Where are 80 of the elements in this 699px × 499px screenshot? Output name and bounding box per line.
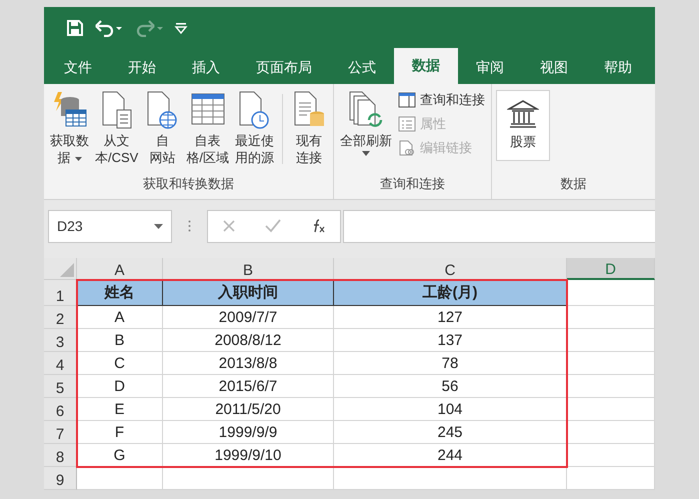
name-box[interactable]: D23 [48, 210, 172, 242]
undo-icon[interactable] [94, 18, 124, 36]
header-cell: 工龄(月) [334, 280, 567, 306]
table-cell: 78 [334, 352, 567, 375]
select-all-icon[interactable] [60, 263, 74, 277]
group-label: 数据 [559, 175, 588, 193]
ribbon-button[interactable]: 自 网站 [142, 88, 182, 168]
table-cell: 127 [334, 306, 567, 329]
table-cell: 137 [334, 329, 567, 352]
button-label: 自 网站 [149, 132, 176, 166]
table-cell: G [77, 444, 163, 467]
cancel-icon[interactable] [222, 219, 236, 233]
group-label: 查询和连接 [378, 175, 446, 193]
refresh-documents-icon [348, 90, 384, 130]
table-cell: C [77, 352, 163, 375]
ribbon-tab[interactable]: 页面布局 [238, 51, 330, 84]
table-cell: D [77, 375, 163, 398]
column-header[interactable]: B [163, 258, 334, 280]
table-cell: 56 [334, 375, 567, 398]
row-header[interactable]: 2 [44, 306, 77, 329]
table-cell: F [77, 421, 163, 444]
row-header[interactable]: 6 [44, 398, 77, 421]
button-label: 最近使 用的源 [234, 132, 274, 166]
ribbon-button[interactable]: 自表 格/区域 [184, 88, 231, 168]
table-cell: B [77, 329, 163, 352]
ribbon-tab[interactable]: 数据 [394, 48, 458, 84]
checkmark-icon[interactable] [264, 219, 281, 233]
ribbon-tab[interactable]: 文件 [46, 51, 110, 84]
row-header[interactable]: 8 [44, 444, 77, 467]
row-header[interactable]: 9 [44, 467, 77, 490]
ribbon-tab[interactable]: 插入 [174, 51, 238, 84]
column-header[interactable]: C [334, 258, 567, 280]
bank-icon [506, 99, 539, 129]
row-header[interactable]: 7 [44, 421, 77, 444]
column-header[interactable]: D [567, 258, 655, 280]
ribbon-tab[interactable]: 视图 [522, 51, 586, 84]
row-header[interactable]: 4 [44, 352, 77, 375]
table-cell: A [77, 306, 163, 329]
stocks-button[interactable]: 股票 [496, 90, 550, 161]
table-cell: 2008/8/12 [163, 329, 334, 352]
button-label: 自表 格/区域 [186, 132, 229, 166]
table-cell: 245 [334, 421, 567, 444]
table-cell: 2011/5/20 [163, 398, 334, 421]
table-cell: 2009/7/7 [163, 306, 334, 329]
ribbon-button[interactable]: 最近使 用的源 [232, 88, 276, 168]
ribbon-button[interactable]: 获取数 据 [48, 88, 91, 168]
table-cell: 104 [334, 398, 567, 421]
list-icon [398, 116, 416, 132]
link-document-icon [398, 140, 416, 156]
ribbon-tab[interactable]: 审阅 [458, 51, 522, 84]
button-label: 全部刷新 [340, 132, 392, 149]
table-cell: 244 [334, 444, 567, 467]
ribbon-small-button[interactable]: 查询和连接 [396, 90, 487, 110]
table-cell: E [77, 398, 163, 421]
row-header[interactable]: 5 [44, 375, 77, 398]
ribbon-button[interactable]: 全部刷新 [338, 88, 394, 158]
formula-input-field[interactable] [343, 210, 655, 242]
button-label: 从文 本/CSV [95, 132, 138, 166]
table-cell: 1999/9/10 [163, 444, 334, 467]
row-header[interactable]: 3 [44, 329, 77, 352]
button-label: 获取数 据 [50, 132, 89, 166]
ribbon-tab[interactable]: 开始 [110, 51, 174, 84]
table-cell: 2013/8/8 [163, 352, 334, 375]
table-cell: 1999/9/9 [163, 421, 334, 444]
header-cell: 姓名 [77, 280, 163, 306]
header-cell: 入职时间 [163, 280, 334, 306]
ribbon-button[interactable]: 从文 本/CSV [93, 88, 140, 168]
table-cell: 2015/6/7 [163, 375, 334, 398]
ribbon-button[interactable]: 现有 连接 [288, 88, 329, 168]
button-label: 现有 连接 [296, 132, 322, 166]
caret-icon [154, 224, 163, 228]
row-header[interactable]: 1 [44, 280, 77, 306]
panel-icon [398, 92, 416, 108]
customize-icon[interactable] [174, 20, 188, 34]
save-icon[interactable] [66, 18, 84, 36]
ribbon-tab[interactable]: 公式 [330, 51, 394, 84]
group-label: 获取和转换数据 [142, 175, 235, 193]
ribbon-tab[interactable]: 帮助 [586, 51, 650, 84]
column-header[interactable]: A [77, 258, 163, 280]
grip-icon [188, 220, 191, 232]
